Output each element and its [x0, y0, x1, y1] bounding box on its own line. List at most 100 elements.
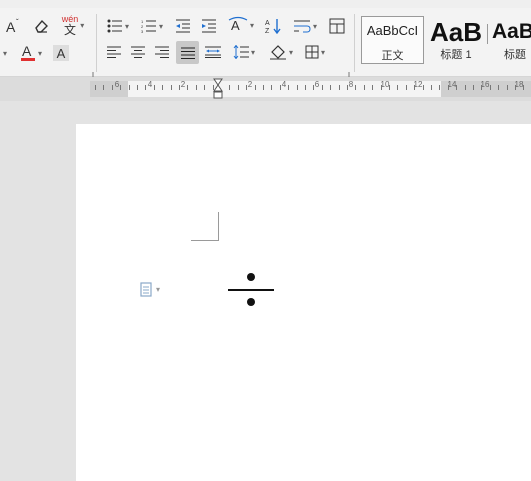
- chevron-down-icon: ▾: [158, 21, 163, 31]
- ribbon-separator: [96, 14, 97, 72]
- text-direction-icon: A: [228, 16, 248, 33]
- ruler-tick: [406, 85, 407, 90]
- svg-text:ˇ: ˇ: [16, 18, 19, 27]
- style-heading-2-label: 标题: [504, 49, 526, 61]
- ruler-tick: [330, 85, 331, 90]
- bullets-button[interactable]: ▾: [104, 16, 132, 36]
- ruler-tick: [196, 85, 197, 90]
- ruler-tick: [465, 85, 466, 90]
- paste-options-button[interactable]: ▾: [140, 281, 160, 297]
- clear-format-button[interactable]: [30, 16, 52, 36]
- svg-text:Z: Z: [265, 28, 270, 34]
- ruler-tick: [498, 85, 499, 90]
- style-normal[interactable]: AaBbCcI 正文: [361, 16, 424, 64]
- paragraph-dialog-launcher[interactable]: [342, 66, 350, 79]
- horizontal-ruler: 6 4 2 2 4 6 8 10 12 14 16 18: [0, 77, 531, 101]
- ruler-tick: [162, 85, 163, 90]
- sort-button[interactable]: A Z: [262, 16, 284, 36]
- ruler-tick: [481, 85, 482, 90]
- align-center-button[interactable]: [128, 42, 148, 62]
- line-spacing-options-button[interactable]: ▾: [290, 16, 320, 36]
- style-divider: [487, 24, 488, 44]
- ruler-tick: [297, 85, 298, 90]
- svg-text:A: A: [265, 20, 270, 27]
- bullet-list-icon: [107, 19, 122, 33]
- svg-text:3: 3: [141, 29, 144, 33]
- ruler-tick: [448, 85, 449, 90]
- ruler-tick: [95, 85, 96, 90]
- ruler-tick: [381, 85, 382, 90]
- shrink-font-button[interactable]: A ˇ: [4, 16, 26, 36]
- align-right-button[interactable]: [152, 42, 172, 62]
- indent-marker[interactable]: [213, 78, 223, 100]
- division-sign-symbol[interactable]: [228, 270, 274, 308]
- chevron-down-icon: ▾: [124, 21, 129, 31]
- ruler-tick: [313, 85, 314, 90]
- distributed-align-button[interactable]: [203, 42, 223, 62]
- paint-bucket-icon: [269, 45, 286, 60]
- style-heading-1[interactable]: AaB 标题 1: [426, 16, 486, 64]
- ruler-tick: [171, 85, 172, 90]
- ruler-tick: [423, 85, 424, 90]
- align-center-icon: [131, 46, 145, 58]
- table-grid-icon: [329, 18, 345, 34]
- style-heading-1-label: 标题 1: [440, 49, 472, 61]
- sort-icon: A Z: [265, 19, 281, 34]
- font-dialog-launcher[interactable]: [86, 66, 94, 79]
- ruler-tick: [271, 85, 272, 90]
- increase-indent-button[interactable]: [198, 16, 220, 36]
- ruler-tick: [229, 85, 230, 90]
- paste-options-icon: [140, 282, 152, 297]
- align-left-button[interactable]: [104, 42, 124, 62]
- shading-button[interactable]: ▾: [266, 42, 296, 62]
- margin-corner-mark: [191, 240, 219, 241]
- decrease-indent-button[interactable]: [172, 16, 194, 36]
- ruler-tick: [414, 85, 415, 90]
- ruler-tick: [288, 85, 289, 90]
- division-bar: [228, 289, 274, 291]
- style-heading-2[interactable]: AaB 标题: [490, 16, 531, 64]
- document-page[interactable]: [76, 124, 531, 481]
- align-right-icon: [155, 46, 169, 58]
- text-direction-button[interactable]: A ▾: [226, 14, 256, 36]
- ruler-label: 6: [314, 80, 320, 89]
- ruler-tick: [322, 85, 323, 90]
- style-normal-sample: AaBbCcI: [366, 23, 419, 38]
- justify-button[interactable]: [176, 41, 199, 64]
- borders-button[interactable]: ▾: [300, 42, 330, 62]
- numbering-button[interactable]: 123 ▾: [138, 16, 166, 36]
- distributed-align-icon: [205, 46, 221, 58]
- character-shading-icon: A: [53, 45, 69, 61]
- phonetic-guide-button[interactable]: wén 文 ▾: [58, 14, 88, 36]
- ruler-tick: [515, 85, 516, 90]
- ruler-tick: [456, 85, 457, 90]
- columns-button[interactable]: [326, 16, 348, 36]
- ruler-tick: [179, 85, 180, 90]
- ruler-tick: [355, 85, 356, 90]
- indent-hourglass-icon: [213, 78, 223, 99]
- ruler-label: 4: [281, 80, 287, 89]
- ruler-tick: [431, 85, 432, 90]
- more-left-caret[interactable]: ▾: [0, 44, 8, 62]
- ruler-tick: [246, 85, 247, 90]
- ruler-tick: [397, 85, 398, 90]
- phonetic-guide-icon: wén 文: [61, 13, 79, 37]
- svg-text:A: A: [231, 18, 240, 33]
- ruler-label: 8: [348, 80, 354, 89]
- division-dot-bottom: [247, 298, 255, 306]
- ruler-tick: [204, 85, 205, 90]
- chevron-down-icon: ▾: [156, 284, 161, 294]
- ruler-tick: [523, 85, 524, 90]
- justify-icon: [180, 47, 195, 59]
- ribbon-top-edge: [0, 0, 531, 8]
- ruler-tick: [507, 85, 508, 90]
- ruler-tick: [347, 85, 348, 90]
- ruler-tick: [103, 85, 104, 90]
- increase-indent-icon: [202, 19, 216, 33]
- ruler-tick: [187, 85, 188, 90]
- line-spacing-button[interactable]: ▾: [229, 42, 259, 62]
- ruler-tick: [305, 85, 306, 90]
- character-shading-button[interactable]: A: [50, 42, 72, 64]
- font-color-button[interactable]: A ▾: [16, 42, 46, 64]
- ruler-tick: [473, 85, 474, 90]
